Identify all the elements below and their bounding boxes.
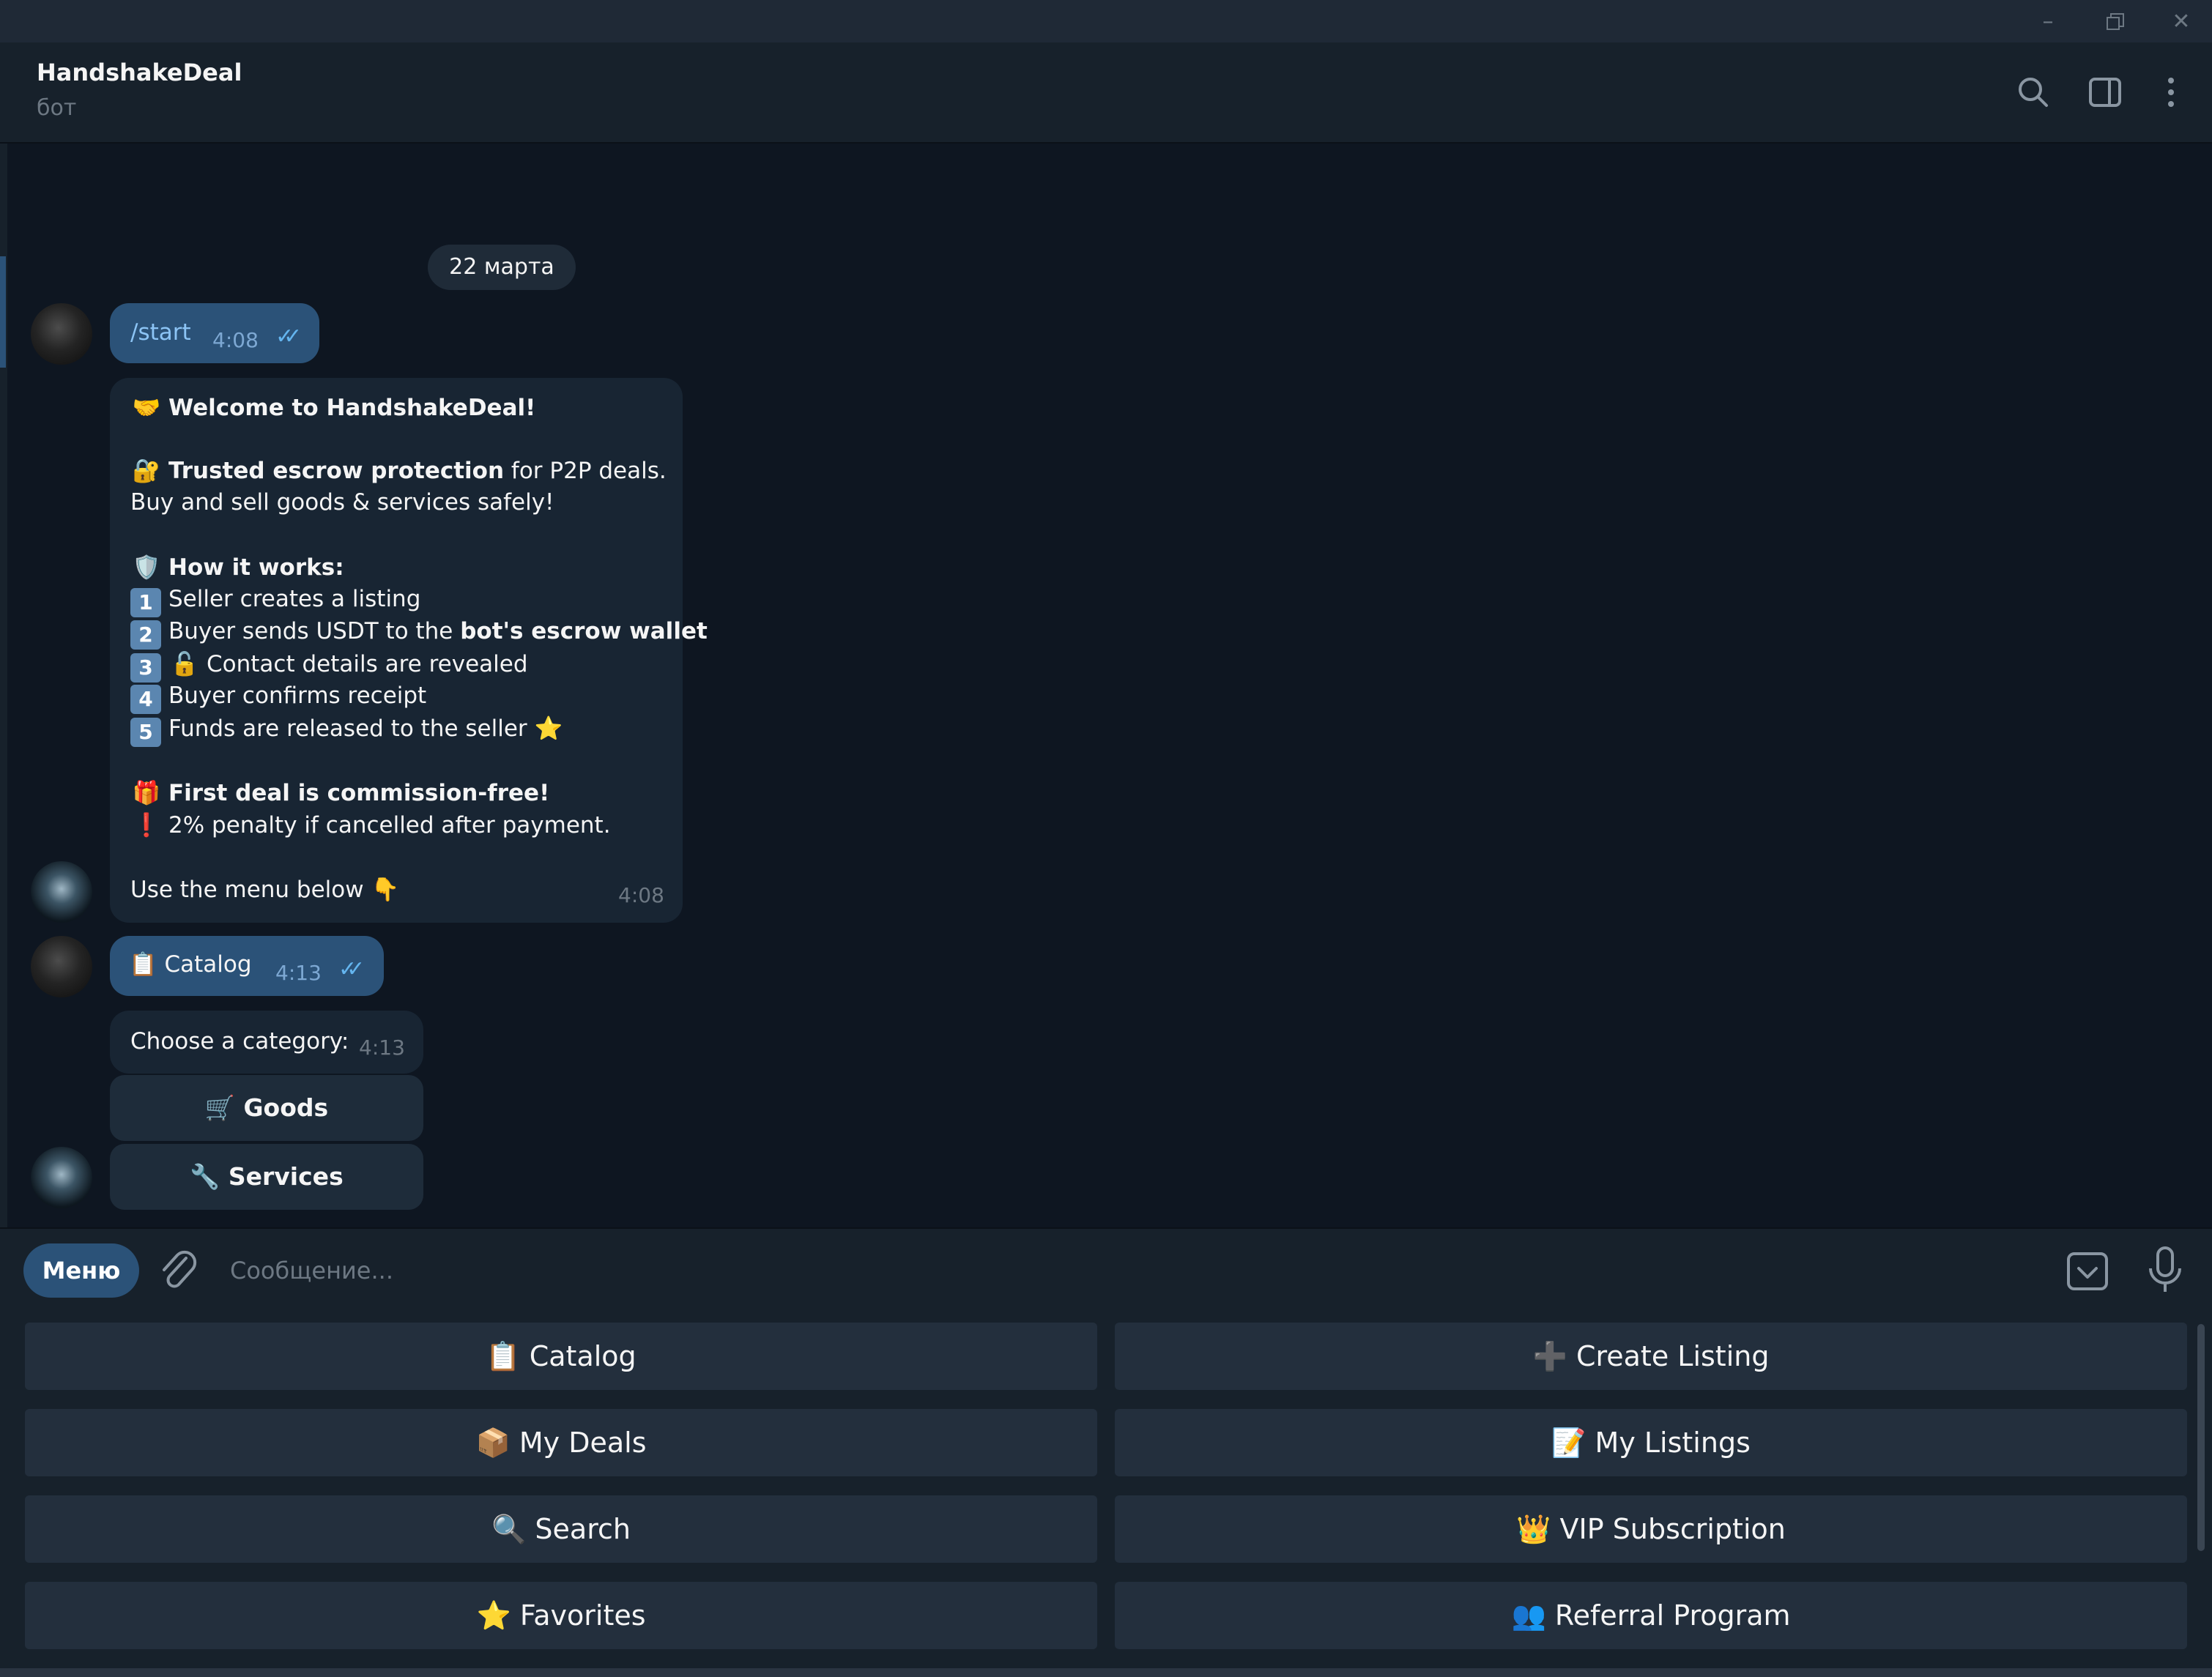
message-time: 4:08 — [212, 328, 259, 352]
keyboard-scrollbar[interactable] — [2197, 1324, 2205, 1551]
message-line: Use the menu below 👇 — [130, 877, 400, 903]
star-icon: ⭐ — [476, 1599, 511, 1632]
message-text[interactable]: 📋 Catalog — [129, 951, 252, 978]
exclamation-icon: ❗ — [132, 812, 161, 839]
message-time: 4:08 — [618, 883, 664, 907]
message-line: 🎁 First deal is commission-free! — [130, 779, 550, 806]
keycap-2-icon: 2 — [130, 620, 161, 650]
message-bubble-outgoing[interactable]: /start 4:08 ✓✓ — [110, 303, 319, 363]
chat-subtitle: бот — [37, 95, 77, 121]
plus-icon: ➕ — [1532, 1340, 1567, 1372]
message-bubble-outgoing[interactable]: 📋 Catalog 4:13 ✓✓ — [110, 936, 384, 996]
keyboard-button-create-listing[interactable]: ➕ Create Listing — [1115, 1323, 2187, 1390]
message-line: 🤝 Welcome to HandshakeDeal! — [130, 394, 536, 421]
message-text[interactable]: /start — [130, 319, 191, 346]
chat-title[interactable]: HandshakeDeal — [37, 59, 242, 86]
inline-button-services[interactable]: 🔧 Services — [110, 1144, 423, 1210]
cart-icon: 🛒 — [204, 1093, 235, 1122]
keyboard-button-vip-subscription[interactable]: 👑 VIP Subscription — [1115, 1495, 2187, 1563]
chat-header[interactable]: HandshakeDeal бот — [0, 42, 2212, 144]
bot-avatar[interactable] — [31, 1147, 92, 1208]
paperclip-icon[interactable] — [157, 1246, 201, 1293]
menu-button[interactable]: Меню — [23, 1243, 139, 1298]
message-line: 1 Seller creates a listing — [130, 586, 420, 617]
window-title-bar: – ✕ — [0, 0, 2212, 42]
handshake-icon: 🤝 — [132, 395, 161, 421]
keycap-1-icon: 1 — [130, 588, 161, 617]
message-line: Buy and sell goods & services safely! — [130, 489, 554, 516]
clipboard-icon: 📋 — [129, 951, 157, 978]
keyboard-button-search[interactable]: 🔍 Search — [25, 1495, 1097, 1563]
message-line: 🔐 Trusted escrow protection for P2P deals… — [130, 457, 667, 484]
keycap-5-icon: 5 — [130, 718, 161, 747]
user-avatar[interactable] — [31, 303, 92, 365]
keyboard-button-referral-program[interactable]: 👥 Referral Program — [1115, 1582, 2187, 1649]
unlock-icon: 🔓 — [170, 651, 199, 677]
keyboard-button-my-deals[interactable]: 📦 My Deals — [25, 1409, 1097, 1476]
microphone-icon[interactable] — [2145, 1245, 2186, 1296]
pointing-down-icon: 👇 — [371, 877, 400, 903]
message-line: 2 Buyer sends USDT to the bot's escrow wa… — [130, 618, 708, 650]
keyboard-button-my-listings[interactable]: 📝 My Listings — [1115, 1409, 2187, 1476]
memo-icon: 📝 — [1551, 1427, 1586, 1459]
shield-icon: 🛡️ — [132, 554, 161, 581]
inline-button-goods[interactable]: 🛒 Goods — [110, 1075, 423, 1141]
unread-indicator — [0, 256, 6, 368]
message-text: Choose a category: — [130, 1028, 349, 1055]
message-input[interactable] — [229, 1245, 2019, 1296]
message-line: 4 Buyer confirms receipt — [130, 683, 426, 714]
message-line: 3 🔓 Contact details are revealed — [130, 650, 528, 683]
keycap-4-icon: 4 — [130, 685, 161, 714]
people-icon: 👥 — [1511, 1599, 1546, 1632]
package-icon: 📦 — [475, 1427, 511, 1459]
bot-avatar[interactable] — [31, 861, 92, 923]
date-separator: 22 марта — [428, 245, 576, 290]
message-time: 4:13 — [359, 1035, 405, 1060]
message-line: ❗ 2% penalty if cancelled after payment. — [130, 811, 611, 839]
sidebar-toggle-icon[interactable] — [2085, 72, 2126, 113]
lock-key-icon: 🔐 — [132, 458, 161, 484]
message-bubble-incoming[interactable]: 🤝 Welcome to HandshakeDeal! 🔐 Trusted escr… — [110, 378, 708, 923]
bot-keyboard-toggle-icon[interactable] — [2066, 1249, 2109, 1293]
message-line: 5 Funds are released to the seller ⭐ — [130, 715, 563, 747]
read-checks-icon: ✓✓ — [275, 324, 302, 349]
star-icon: ⭐ — [534, 715, 563, 742]
minimize-icon[interactable]: – — [2033, 7, 2063, 37]
gift-icon: 🎁 — [132, 780, 161, 806]
message-bubble-incoming[interactable]: Choose a category: 4:13 — [110, 1011, 423, 1074]
user-avatar[interactable] — [31, 936, 92, 997]
crown-icon: 👑 — [1516, 1513, 1551, 1545]
composer-bar: Меню — [0, 1227, 2212, 1309]
magnifier-icon: 🔍 — [491, 1513, 527, 1545]
read-checks-icon: ✓✓ — [338, 956, 365, 982]
keycap-3-icon: 3 — [130, 653, 161, 683]
more-options-icon[interactable] — [2150, 72, 2191, 113]
clipboard-icon: 📋 — [486, 1340, 521, 1372]
message-line: 🛡️ How it works: — [130, 554, 344, 581]
message-time: 4:13 — [275, 961, 322, 985]
search-icon[interactable] — [2013, 72, 2054, 113]
keyboard-button-favorites[interactable]: ⭐ Favorites — [25, 1582, 1097, 1649]
close-icon[interactable]: ✕ — [2167, 7, 2196, 37]
wrench-icon: 🔧 — [190, 1162, 220, 1191]
keyboard-button-catalog[interactable]: 📋 Catalog — [25, 1323, 1097, 1390]
bottom-border — [0, 1668, 2212, 1677]
restore-icon[interactable] — [2101, 7, 2130, 37]
